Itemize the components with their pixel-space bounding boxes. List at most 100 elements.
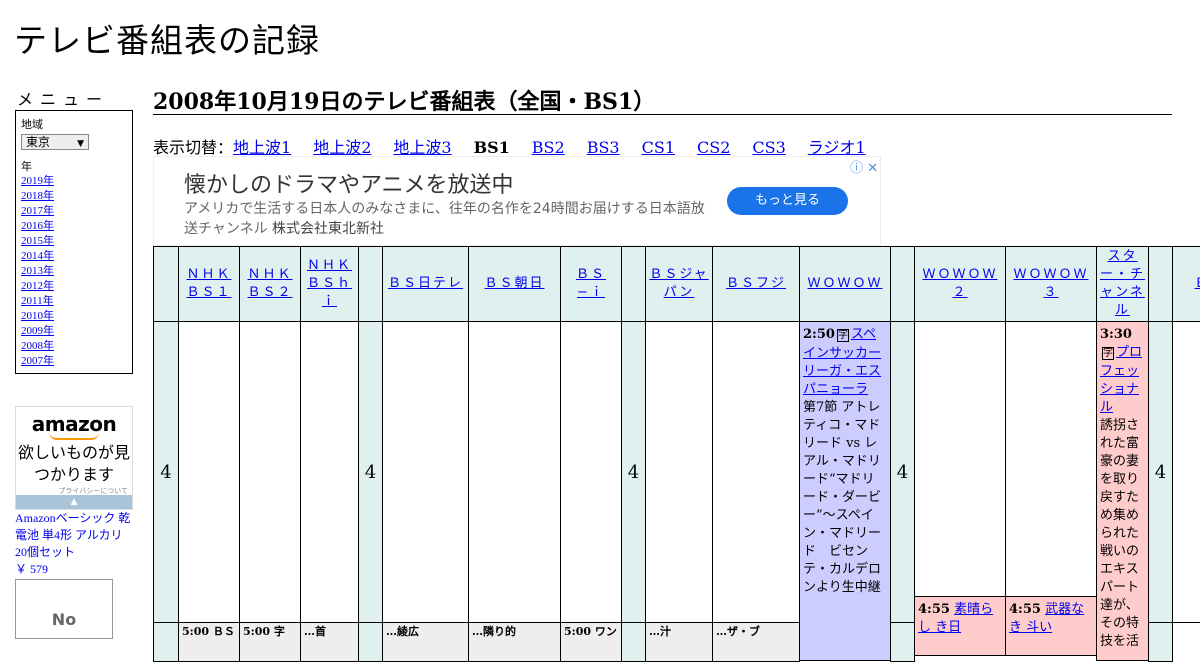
channel-header[interactable]: ＮＨＫ ＢＳ２ [239,246,301,322]
program-time: 5:00 字 [243,625,285,638]
channel-link[interactable]: Ｂ [1194,275,1200,293]
channel-header[interactable]: ＷＯＷＯＷ [799,246,891,322]
hour-cell: 4 [1148,321,1173,623]
display-switch-bar: 表示切替：地上波1 地上波2 地上波3 BS1 BS2 BS3 CS1 CS2 CS3 ラジオ1 [153,134,910,158]
ad-desc-text: アメリカで生活する日本人のみなさまに、往年の名作を24時間お届けする日本語放送チ… [184,201,705,237]
empty-cell [914,321,1006,597]
program-time: 5:00 ＢＳ [182,625,235,638]
program-time: 2:50 [803,327,835,342]
program-cell[interactable]: 4:55 武器なき 斗い [1005,596,1097,656]
switch-item[interactable]: BS2 [532,138,565,157]
year-link[interactable]: 2009年 [21,324,127,339]
empty-cell [178,321,240,623]
program-cell[interactable]: 4:55 素晴らし き日 [914,596,1006,656]
switch-item[interactable]: 地上波2 [313,138,371,157]
channel-header[interactable]: スター・チャンネル [1096,246,1149,322]
empty-cell [300,321,359,623]
switch-item[interactable]: BS3 [587,138,620,157]
ad-info-close-icon[interactable]: ⓘ ✕ [850,157,878,176]
year-link[interactable]: 2010年 [21,309,127,324]
amazon-product-title[interactable]: Amazonベーシック 乾電池 単4形 アルカリ 20個セット [15,511,130,559]
program-cell[interactable]: …汁 [645,622,713,662]
amazon-product-link[interactable]: Amazonベーシック 乾電池 単4形 アルカリ 20個セット ￥ 579 [15,510,133,578]
year-link[interactable]: 2011年 [21,294,127,309]
year-link[interactable]: 2015年 [21,234,127,249]
switch-item[interactable]: CS3 [752,138,785,157]
year-link[interactable]: 2008年 [21,339,127,354]
channel-link[interactable]: ＮＨＫ ＢＳ２ [242,266,298,302]
channel-header[interactable]: ＷＯＷＯＷ２ [914,246,1006,322]
channel-header[interactable]: ＢＳ日テレ [382,246,469,322]
switch-items: 地上波1 地上波2 地上波3 BS1 BS2 BS3 CS1 CS2 CS3 ラジオ1 [233,138,888,157]
subtitle-icon: 字 [836,329,849,342]
hour-cell [890,622,915,662]
program-grid: 4 ＮＨＫ ＢＳ１ ＮＨＫ ＢＳ２ ＮＨＫ ＢＳｈｉ 4 ＢＳ日テレ ＢＳ朝日 ＢＳ−ｉ 4 ＢＳ… [153,246,1200,662]
channel-link[interactable]: ＢＳフジ [726,275,786,293]
program-time: 4:55 [918,602,950,617]
switch-item[interactable]: CS1 [642,138,675,157]
channel-header[interactable]: ＮＨＫ ＢＳｈｉ [300,246,359,322]
year-link[interactable]: 2007年 [21,354,127,369]
ad-title[interactable]: 懐かしのドラマやアニメを放送中 [184,167,514,199]
year-link[interactable]: 2014年 [21,249,127,264]
ad-banner[interactable]: 懐かしのドラマやアニメを放送中 アメリカで生活する日本人のみなさまに、往年の名作… [153,156,881,246]
region-select[interactable]: 東京 ▼ [21,134,89,150]
channel-link[interactable]: ＢＳ−ｉ [563,266,619,302]
amazon-catch: 欲しいものが見つかります [17,443,130,484]
program-cell[interactable]: …ザ・ブ [712,622,800,662]
program-cell[interactable]: 3:30字 プロフェッショナル 誘拐された富豪の妻を取り戻すため集められた戦いのエキ… [1096,321,1149,661]
program-time: …首 [304,625,326,638]
channel-header[interactable]: Ｂ [1172,246,1200,322]
channel-link[interactable]: ＷＯＷＯＷ [807,275,882,293]
channel-link[interactable]: スター・チャンネル [1099,248,1146,320]
year-link[interactable]: 2017年 [21,204,127,219]
channel-link[interactable]: ＷＯＷＯＷ３ [1008,266,1094,302]
program-time: …隣り的 [472,625,516,638]
channel-link[interactable]: ＢＳジャパン [648,266,710,302]
hour-cell [1148,622,1173,662]
program-cell[interactable]: 5:00 ＢＳ [178,622,240,662]
amazon-expand-bar[interactable]: ▲ [16,495,132,509]
program-cell[interactable]: 5:00 ワン [560,622,622,662]
year-link[interactable]: 2012年 [21,279,127,294]
amazon-ad[interactable]: amazon 欲しいものが見つかります プライバシーについて ▲ [15,406,133,510]
hour-cell: 4 [358,321,383,623]
region-select-value: 東京 [26,135,51,149]
program-cell[interactable]: 5:00 字 [239,622,301,662]
hour-cell: 4 [621,321,646,623]
channel-link[interactable]: ＮＨＫ ＢＳ１ [181,266,237,302]
hour-cell [621,622,646,662]
year-link[interactable]: 2018年 [21,189,127,204]
program-cell[interactable]: …綾広 [382,622,469,662]
menu-heading: メニュー [17,90,110,109]
empty-cell [1005,321,1097,597]
amazon-logo: amazon [31,412,117,436]
year-list: 2019年 2018年 2017年 2016年 2015年 2014年 2013年 2012年… [21,174,127,369]
hour-label: 4 [627,461,640,483]
switch-item[interactable]: ラジオ1 [808,138,866,157]
channel-link[interactable]: ＢＳ朝日 [484,275,544,293]
channel-link[interactable]: ＷＯＷＯＷ２ [917,266,1003,302]
switch-item[interactable]: CS2 [697,138,730,157]
year-link[interactable]: 2016年 [21,219,127,234]
amazon-product-price: ￥ 579 [15,562,49,576]
channel-link[interactable]: ＮＨＫ ＢＳｈｉ [303,257,356,311]
channel-header[interactable]: ＢＳフジ [712,246,800,322]
switch-item[interactable]: 地上波3 [393,138,451,157]
channel-header[interactable]: ＢＳジャパン [645,246,713,322]
hour-label: 4 [896,461,909,483]
ad-more-button[interactable]: もっと見る [727,187,848,215]
program-cell[interactable]: …隣り的 [468,622,561,662]
program-cell[interactable]: 2:50 字スペインサッカー リーガ・エスパニョーラ 第7節 アトレティコ・マドリー… [799,321,891,661]
program-time: …ザ・ブ [716,625,760,638]
switch-item[interactable]: 地上波1 [233,138,291,157]
hour-label: 4 [160,461,172,483]
channel-header[interactable]: ＮＨＫ ＢＳ１ [178,246,240,322]
channel-header[interactable]: ＢＳ朝日 [468,246,561,322]
channel-header[interactable]: ＷＯＷＯＷ３ [1005,246,1097,322]
channel-header[interactable]: ＢＳ−ｉ [560,246,622,322]
year-link[interactable]: 2013年 [21,264,127,279]
year-link[interactable]: 2019年 [21,174,127,189]
program-cell[interactable]: …首 [300,622,359,662]
channel-link[interactable]: ＢＳ日テレ [388,275,463,293]
